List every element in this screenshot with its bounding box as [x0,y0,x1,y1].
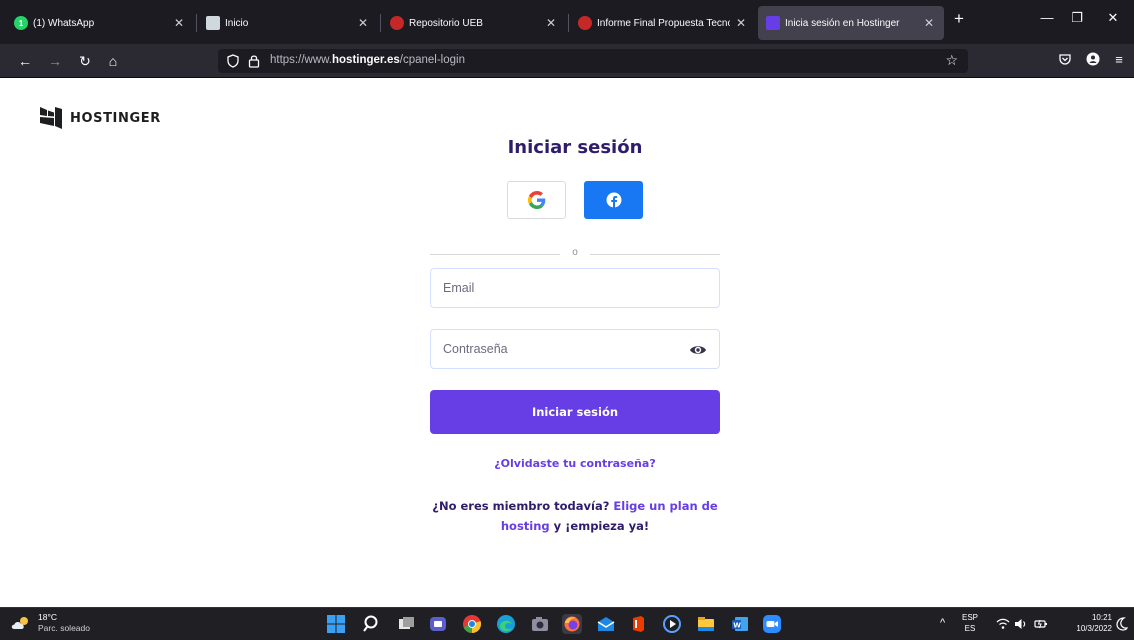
office-icon[interactable] [628,614,648,634]
new-tab-icon[interactable]: + [950,10,968,28]
divider-line [590,254,720,255]
url-domain: hostinger.es [332,54,400,66]
clock-date: 10/3/2022 [1076,624,1112,633]
eye-icon[interactable] [689,342,707,358]
signup-suffix: y ¡empieza ya! [553,519,650,533]
home-icon[interactable]: ⌂ [104,52,122,70]
weather-widget[interactable]: 18°C Parc. soleado [10,612,90,634]
firefox-icon[interactable] [562,614,582,634]
language-bottom: ES [964,624,976,633]
forward-icon[interactable]: → [46,52,64,70]
minimize-icon[interactable]: — [1036,10,1058,25]
mail-icon[interactable] [596,614,616,634]
login-button[interactable]: Iniciar sesión [430,390,720,434]
facebook-login-button[interactable] [584,181,643,219]
tab-hostinger[interactable]: Inicia sesión en Hostinger ✕ [758,6,944,40]
tab-title: Repositorio UEB [409,17,483,29]
media-player-icon[interactable] [662,614,682,634]
volume-icon[interactable] [1014,618,1028,630]
close-icon[interactable]: ✕ [544,16,558,30]
google-login-button[interactable] [507,181,566,219]
shield-icon[interactable] [226,54,240,68]
wifi-icon[interactable] [996,618,1010,630]
close-window-icon[interactable]: ✕ [1102,10,1124,26]
word-icon[interactable]: W [730,614,750,634]
url-prefix: https://www. [270,54,332,66]
pocket-icon[interactable] [1056,52,1074,69]
weather-temp: 18°C [38,612,57,622]
hostinger-logo-icon [40,107,62,129]
windows-start-icon[interactable] [326,614,346,634]
tab-whatsapp[interactable]: 1 (1) WhatsApp ✕ [6,6,194,40]
url-text[interactable]: https://www.hostinger.es/cpanel-login [270,54,465,66]
tab-informe[interactable]: Informe Final Propuesta Tecnoló ✕ [570,6,756,40]
tab-title: Inicia sesión en Hostinger [785,17,900,29]
restore-icon[interactable]: ❐ [1066,10,1088,26]
tab-inicio[interactable]: Inicio ✕ [198,6,378,40]
forgot-password-link[interactable]: ¿Olvidaste tu contraseña? [430,457,720,470]
close-icon[interactable]: ✕ [172,16,186,30]
signup-prefix: ¿No eres miembro todavía? [432,499,610,513]
whatsapp-icon: 1 [14,16,28,30]
hostinger-icon [766,16,780,30]
url-path: /cpanel-login [399,54,465,66]
back-icon[interactable]: ← [16,52,34,70]
tab-repositorio[interactable]: Repositorio UEB ✕ [382,6,566,40]
email-field[interactable] [430,268,720,308]
hostinger-login-page: HOSTINGER Iniciar sesión o Iniciar sesió [0,79,1134,607]
signup-prompt: ¿No eres miembro todavía? Elige un plan … [420,496,730,536]
logo-text: HOSTINGER [70,110,161,126]
chevron-up-icon[interactable]: ^ [940,617,945,629]
clock[interactable]: 10:21 10/3/2022 [1060,612,1112,634]
google-icon [527,191,545,209]
tab-title: Informe Final Propuesta Tecnoló [597,17,730,29]
url-bar[interactable]: https://www.hostinger.es/cpanel-login ☆ [218,49,968,73]
chrome-icon[interactable] [462,614,482,634]
file-explorer-icon[interactable] [696,614,716,634]
svg-text:W: W [733,622,741,630]
tab-separator [380,14,381,32]
camera-icon[interactable] [530,614,550,634]
account-icon[interactable] [1084,52,1102,69]
ueb-icon [390,16,404,30]
divider-text: o [572,247,578,258]
edge-icon[interactable] [496,614,516,634]
close-icon[interactable]: ✕ [734,16,748,30]
reload-icon[interactable]: ↻ [76,52,94,70]
tab-separator [568,14,569,32]
email-input[interactable] [431,269,719,307]
menu-icon[interactable]: ≡ [1110,52,1128,67]
password-field[interactable] [430,329,720,369]
language-indicator[interactable]: ESP ES [962,612,978,634]
password-input[interactable] [431,330,719,368]
close-icon[interactable]: ✕ [356,16,370,30]
language-top: ESP [962,613,979,622]
zoom-icon[interactable] [762,614,782,634]
weather-desc: Parc. soleado [38,623,90,633]
notification-moon-icon[interactable] [1116,617,1128,631]
bookmark-star-icon[interactable]: ☆ [945,52,958,69]
or-divider: o [430,247,720,261]
tab-separator [196,14,197,32]
battery-icon[interactable] [1034,618,1048,630]
search-icon[interactable] [362,614,382,634]
windows-taskbar: 18°C Parc. soleado W ^ ESP ES 10:21 10/3… [0,607,1134,640]
lock-icon[interactable] [247,54,261,68]
ueb-icon [578,16,592,30]
hostinger-logo[interactable]: HOSTINGER [40,107,161,129]
weather-cloud-sun-icon [11,617,28,629]
tab-title: Inicio [225,17,249,29]
facebook-icon [606,192,621,208]
close-icon[interactable]: ✕ [922,16,936,30]
browser-tab-bar: 1 (1) WhatsApp ✕ Inicio ✕ Repositorio UE… [0,0,1134,44]
task-view-icon[interactable] [396,614,416,634]
page-title: Iniciar sesión [507,137,643,158]
chat-icon[interactable] [428,614,448,634]
tab-title: (1) WhatsApp [33,17,95,29]
clock-time: 10:21 [1091,613,1112,622]
page-icon [206,16,220,30]
